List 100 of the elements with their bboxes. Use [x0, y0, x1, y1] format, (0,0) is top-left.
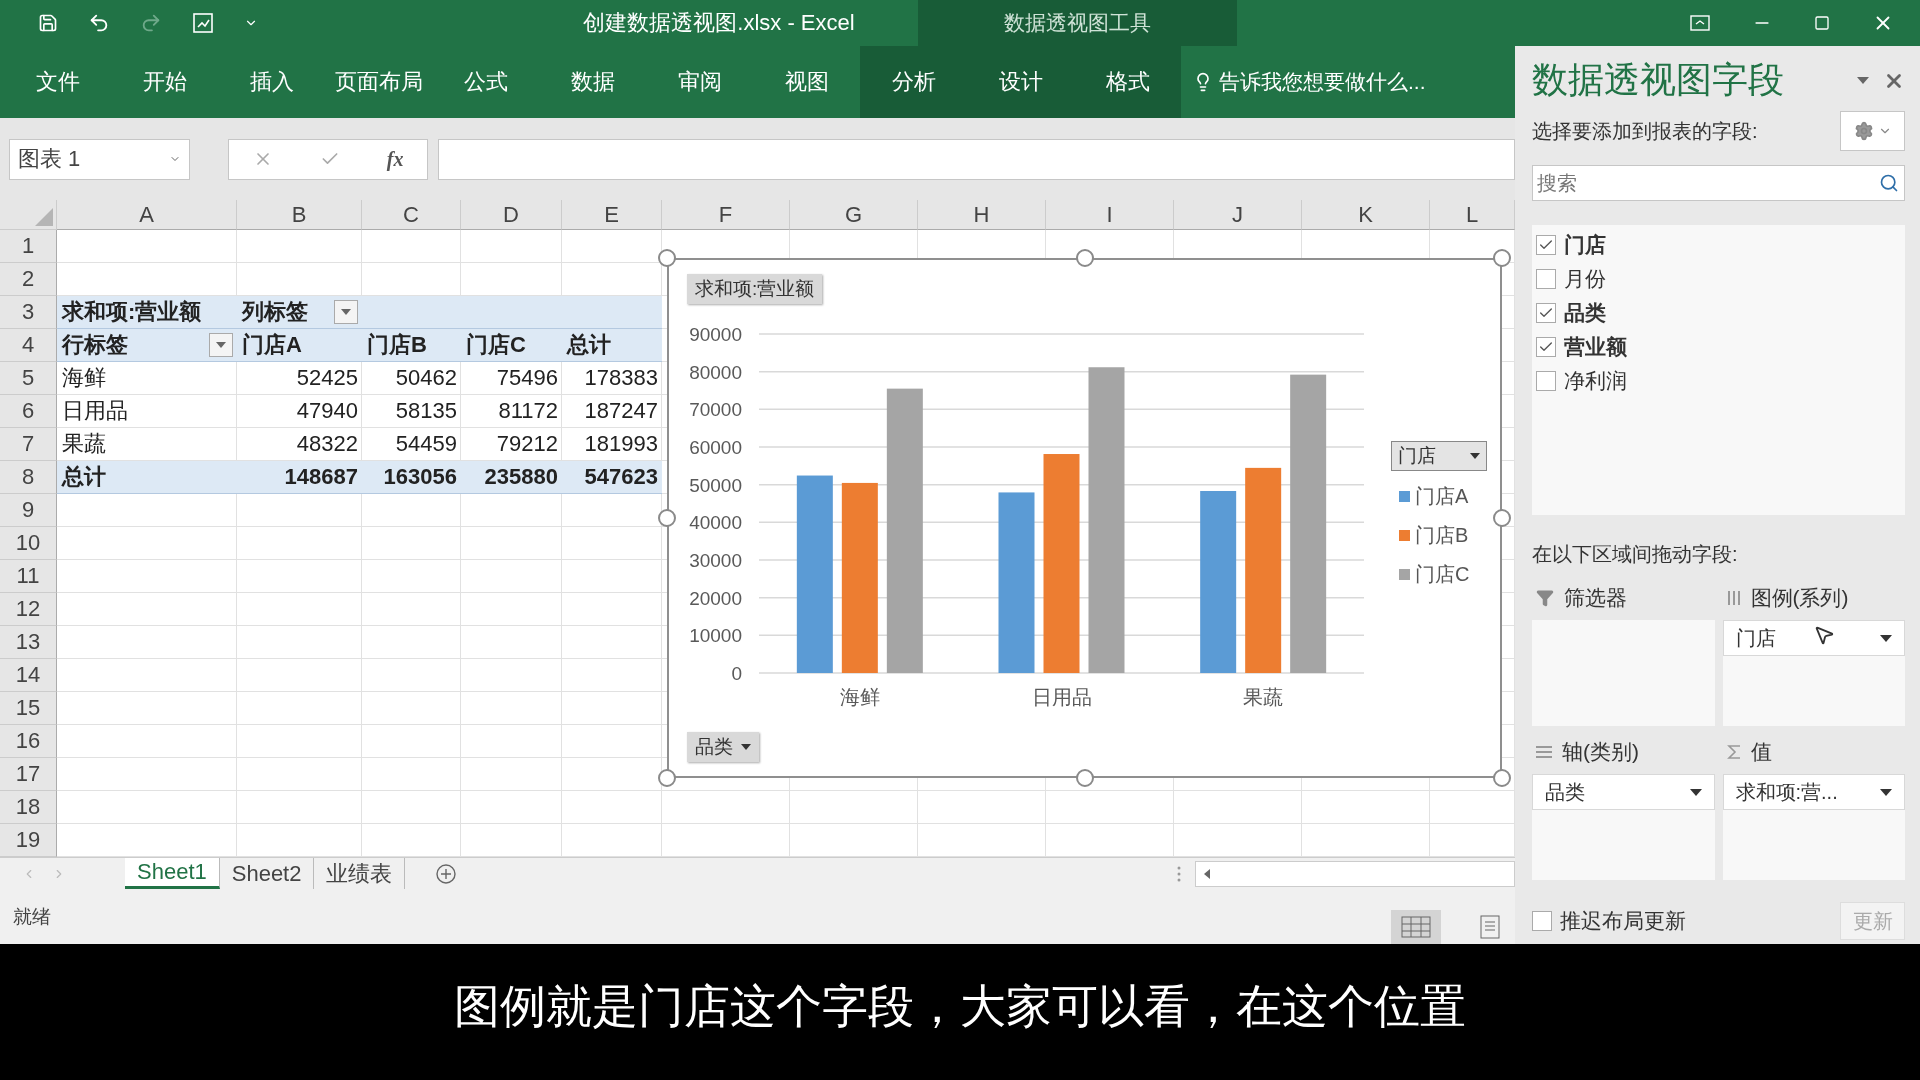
column-letter[interactable]: K	[1302, 200, 1430, 230]
row-number[interactable]: 11	[0, 560, 57, 593]
column-letter[interactable]: E	[562, 200, 662, 230]
ribbon-tab[interactable]: 视图	[753, 46, 860, 118]
row-number[interactable]: 15	[0, 692, 57, 725]
row-number[interactable]: 17	[0, 758, 57, 791]
search-icon[interactable]	[1879, 173, 1899, 193]
checkbox[interactable]	[1536, 337, 1556, 357]
axis-label: 80000	[689, 361, 742, 383]
pivot-cell: 148687	[237, 461, 362, 494]
filter-dropdown-button[interactable]	[334, 300, 358, 324]
area-field-item[interactable]: 门店	[1722, 620, 1905, 656]
row-number[interactable]: 10	[0, 527, 57, 560]
value-field-button[interactable]: 求和项:营业额	[687, 274, 823, 304]
ribbon-tab[interactable]: 插入	[218, 46, 325, 118]
field-label[interactable]: 净利润	[1564, 367, 1627, 395]
pivot-cell-text: 75496	[495, 364, 559, 392]
ribbon-tab[interactable]: 设计	[967, 46, 1074, 118]
ribbon-display-icon[interactable]	[1690, 15, 1710, 31]
splitter-icon[interactable]	[1177, 864, 1181, 883]
column-letter[interactable]: I	[1046, 200, 1174, 230]
row-number[interactable]: 1	[0, 230, 57, 263]
ribbon-tab[interactable]: 分析	[860, 46, 967, 118]
caret-icon	[1470, 453, 1480, 459]
axis-field-button[interactable]: 品类	[687, 732, 759, 762]
drop-area[interactable]: 品类	[1532, 774, 1715, 880]
restore-icon[interactable]	[1814, 15, 1830, 31]
row-number[interactable]: 19	[0, 824, 57, 857]
row-number[interactable]: 5	[0, 362, 57, 395]
ribbon-tab[interactable]: 公式	[432, 46, 539, 118]
row-number[interactable]: 18	[0, 791, 57, 824]
ribbon-tab[interactable]: 文件	[4, 46, 111, 118]
column-letter[interactable]: B	[237, 200, 362, 230]
column-letter[interactable]: J	[1174, 200, 1302, 230]
pivot-cell-text: 47940	[295, 397, 359, 425]
filter-dropdown-button[interactable]	[209, 333, 233, 357]
drop-area[interactable]: 求和项:营...	[1722, 774, 1905, 880]
formula-input[interactable]	[438, 138, 1515, 180]
name-box[interactable]: 图表 1	[9, 138, 190, 180]
field-label[interactable]: 品类	[1564, 299, 1606, 327]
defer-label[interactable]: 推迟布局更新	[1560, 907, 1686, 935]
legend-label: 门店B	[1415, 523, 1469, 548]
ribbon-tab[interactable]: 审阅	[646, 46, 753, 118]
column-letter[interactable]: C	[362, 200, 461, 230]
legend-label: 门店C	[1415, 562, 1470, 587]
row-number[interactable]: 16	[0, 725, 57, 758]
column-letter[interactable]: F	[662, 200, 790, 230]
search-field[interactable]: 搜索	[1532, 165, 1905, 201]
legend-field-button[interactable]: 门店	[1391, 441, 1487, 471]
area-field-item[interactable]: 求和项:营...	[1722, 774, 1905, 810]
row-number[interactable]: 4	[0, 329, 57, 362]
row-number[interactable]: 13	[0, 626, 57, 659]
rows-icon	[1536, 746, 1552, 758]
column-letter[interactable]: H	[918, 200, 1046, 230]
ribbon-tab[interactable]: 数据	[539, 46, 646, 118]
pivot-cell-text: 79212	[495, 430, 559, 458]
column-letter[interactable]: L	[1430, 200, 1515, 230]
horizontal-scrollbar[interactable]	[1195, 860, 1515, 887]
redo-icon[interactable]	[140, 12, 162, 34]
field-label[interactable]: 营业额	[1564, 333, 1627, 361]
area-field-item[interactable]: 品类	[1532, 774, 1715, 810]
column-letter[interactable]: D	[461, 200, 562, 230]
undo-icon[interactable]	[88, 12, 110, 34]
pivot-cell-text: 52425	[295, 364, 359, 392]
touch-mode-icon[interactable]	[192, 12, 214, 34]
row-number[interactable]: 3	[0, 296, 57, 329]
row-number[interactable]: 14	[0, 659, 57, 692]
row-number[interactable]: 7	[0, 428, 57, 461]
ribbon-tab[interactable]: 页面布局	[325, 46, 432, 118]
ribbon-tab[interactable]: 格式	[1074, 46, 1181, 118]
ribbon-tab[interactable]: 开始	[111, 46, 218, 118]
sheet-tab[interactable]: Sheet1	[125, 858, 220, 889]
area-label: 值	[1750, 739, 1772, 765]
axis-label: 60000	[689, 437, 742, 458]
pane-options-caret-icon[interactable]	[1857, 77, 1869, 84]
checkbox[interactable]	[1536, 371, 1556, 391]
save-icon[interactable]	[38, 13, 58, 33]
field-label[interactable]: 月份	[1564, 265, 1606, 293]
checkbox[interactable]	[1532, 911, 1552, 931]
pivot-chart[interactable]: 0 10000 20000 30000 40000 50000 60000 70000 80000 90000 海鲜 日用品 果蔬 求和项:营业额 门店 门店A 门店B 门店C 品类	[667, 258, 1502, 778]
checkbox[interactable]	[1536, 235, 1556, 255]
field-label[interactable]: 门店	[1564, 231, 1606, 259]
tell-me-search[interactable]: 告诉我您想要做什么...	[1181, 46, 1426, 118]
row-number[interactable]: 6	[0, 395, 57, 428]
drop-area[interactable]: 门店	[1722, 620, 1905, 726]
row-number[interactable]: 12	[0, 593, 57, 626]
checkbox[interactable]	[1536, 303, 1556, 323]
insert-function-button[interactable]: fx	[386, 147, 404, 171]
normal-view-icon[interactable]	[1391, 910, 1441, 944]
settings-button[interactable]	[1840, 111, 1905, 151]
row-number[interactable]: 2	[0, 263, 57, 296]
row-number[interactable]: 8	[0, 461, 57, 494]
column-letter[interactable]: A	[57, 200, 237, 230]
context-group-label: 数据透视图工具	[918, 0, 1237, 46]
axis-label: 70000	[689, 399, 742, 421]
column-letter[interactable]: G	[790, 200, 918, 230]
filter-icon	[1536, 589, 1554, 607]
pivot-header: 列标签	[242, 298, 308, 326]
checkbox[interactable]	[1536, 269, 1556, 289]
row-number[interactable]: 9	[0, 494, 57, 527]
